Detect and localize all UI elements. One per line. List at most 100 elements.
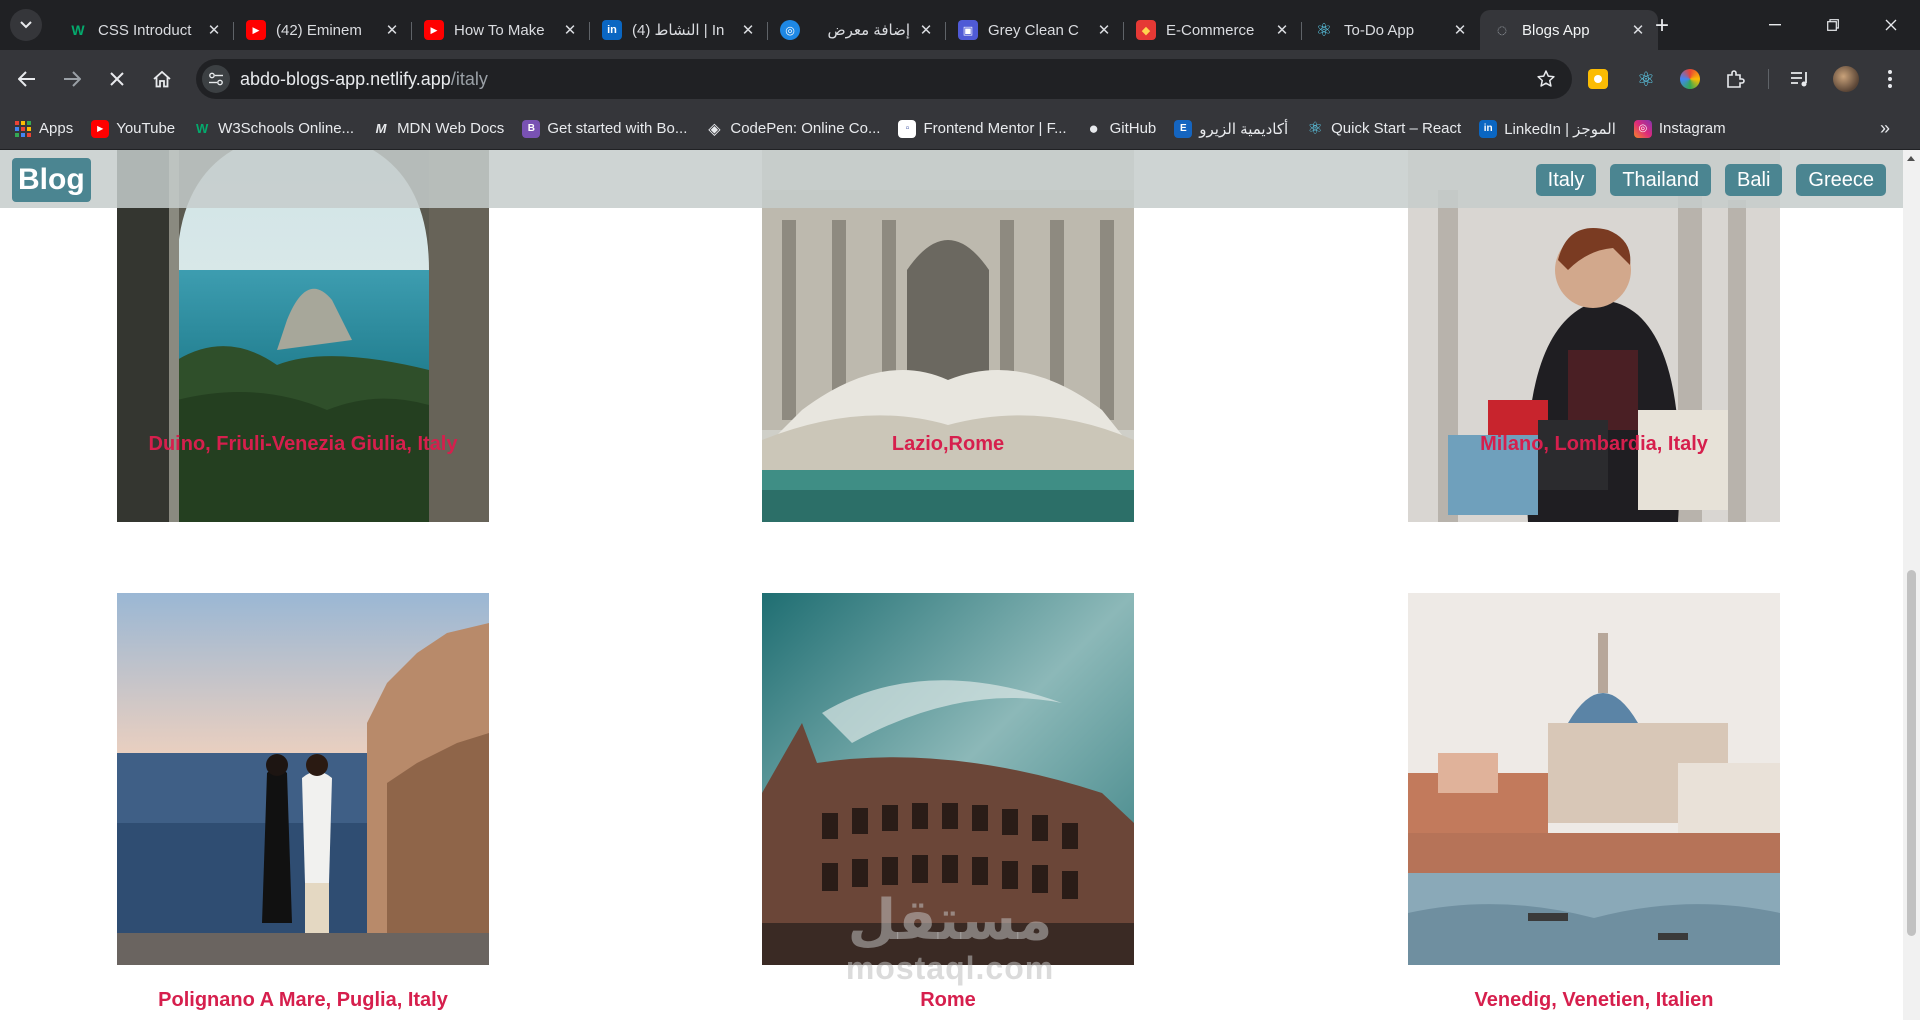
tab-title: CSS Introduct: [98, 21, 192, 39]
bookmark-label: LinkedIn | الموجز: [1504, 120, 1616, 138]
scroll-up-arrow-icon[interactable]: [1907, 156, 1915, 161]
close-icon[interactable]: ✕: [204, 20, 224, 40]
card-title-polignano[interactable]: Polignano A Mare, Puglia, Italy: [43, 989, 563, 1012]
tab-todo-app[interactable]: ⚛ To-Do App ✕: [1302, 10, 1480, 50]
bookmark-label: Quick Start – React: [1331, 120, 1462, 137]
frontend-mentor-icon: ▫: [898, 119, 917, 138]
close-icon[interactable]: ✕: [1272, 20, 1292, 40]
nav-greece-button[interactable]: Greece: [1796, 164, 1886, 196]
card-title-venice[interactable]: Venedig, Venetien, Italien: [1334, 989, 1854, 1012]
bookmark-w3schools[interactable]: W W3Schools Online...: [193, 120, 354, 138]
bookmark-codepen[interactable]: ◈ CodePen: Online Co...: [705, 120, 880, 138]
bookmark-elzero-academy[interactable]: E أكاديمية الزيرو: [1174, 119, 1288, 138]
tab-search-button[interactable]: [10, 9, 42, 41]
nav-thailand-button[interactable]: Thailand: [1610, 164, 1712, 196]
bookmark-linkedin[interactable]: in LinkedIn | الموجز: [1479, 119, 1616, 138]
codepen-icon: ◈: [708, 120, 721, 138]
minimize-button[interactable]: [1746, 0, 1804, 50]
bookmarks-overflow-button[interactable]: »: [1880, 118, 1890, 139]
bookmark-github[interactable]: ● GitHub: [1085, 119, 1157, 138]
close-icon[interactable]: ✕: [560, 20, 580, 40]
tab-add-gallery[interactable]: ◎ إضافة معرض ✕: [768, 10, 946, 50]
tab-how-to-make[interactable]: ▶ How To Make ✕: [412, 10, 590, 50]
back-button[interactable]: [11, 63, 43, 95]
tab-e-commerce[interactable]: ◆ E-Commerce ✕: [1124, 10, 1302, 50]
extension-react-devtools-button[interactable]: ⚛: [1632, 65, 1660, 93]
close-icon: [110, 72, 124, 86]
youtube-icon: ▶: [91, 119, 110, 138]
scrollbar-thumb[interactable]: [1907, 570, 1916, 936]
tab-linkedin-activity[interactable]: in (4) النشاط | In ✕: [590, 10, 768, 50]
media-controls-button[interactable]: [1786, 65, 1814, 93]
bookmark-label: GitHub: [1109, 120, 1157, 137]
close-window-button[interactable]: [1862, 0, 1920, 50]
extension-keep-button[interactable]: [1584, 65, 1612, 93]
bookmark-youtube[interactable]: ▶ YouTube: [91, 119, 176, 138]
watermark: مستقل mostaql.com: [830, 890, 1070, 987]
bookmark-mdn[interactable]: M MDN Web Docs: [372, 120, 505, 138]
close-icon: [1885, 19, 1897, 31]
arrow-right-icon: [64, 71, 81, 87]
apps-grid-icon: [14, 120, 32, 138]
extensions-menu-button[interactable]: [1721, 65, 1749, 93]
nav-bali-button[interactable]: Bali: [1725, 164, 1783, 196]
card-title-milano[interactable]: Milano, Lombardia, Italy: [1334, 433, 1854, 456]
close-icon[interactable]: ✕: [738, 20, 758, 40]
bookmark-apps[interactable]: Apps: [14, 120, 73, 138]
tab-blogs-app[interactable]: ◌ Blogs App ✕: [1480, 10, 1658, 50]
card-title-lazio-rome[interactable]: Lazio,Rome: [688, 433, 1208, 456]
react-icon: ⚛: [1307, 118, 1323, 138]
bookmark-label: Get started with Bo...: [547, 120, 688, 137]
bookmark-label: Instagram: [1658, 120, 1726, 137]
tab-grey-clean[interactable]: ▣ Grey Clean C ✕: [946, 10, 1124, 50]
url-domain: abdo-blogs-app.netlify.app: [240, 68, 451, 89]
site-info-button[interactable]: [202, 65, 230, 93]
bookmark-label: YouTube: [116, 120, 176, 137]
react-icon: ⚛: [1315, 19, 1333, 40]
restore-button[interactable]: [1804, 0, 1862, 50]
page-scrollbar[interactable]: [1903, 150, 1920, 1020]
site-logo[interactable]: Blog: [12, 158, 91, 202]
address-bar[interactable]: abdo-blogs-app.netlify.app/italy: [196, 59, 1572, 99]
close-icon[interactable]: ✕: [916, 20, 936, 40]
home-button[interactable]: [146, 63, 178, 95]
tab-css-introduction[interactable]: W CSS Introduct ✕: [56, 10, 234, 50]
chrome-menu-button[interactable]: [1876, 65, 1904, 93]
close-icon[interactable]: ✕: [1450, 20, 1470, 40]
card-title-rome[interactable]: Rome: [688, 989, 1208, 1012]
bootstrap-icon: B: [522, 119, 541, 138]
url-path: /italy: [450, 68, 488, 89]
close-icon[interactable]: ✕: [382, 20, 402, 40]
chevron-down-icon: [20, 21, 32, 29]
forward-button[interactable]: [56, 63, 88, 95]
extension-colorzilla-button[interactable]: [1676, 65, 1704, 93]
bookmark-bootstrap[interactable]: B Get started with Bo...: [522, 119, 688, 138]
puzzle-icon: [1727, 70, 1745, 88]
site-navbar: Blog Italy Thailand Bali Greece: [0, 150, 1903, 208]
nav-italy-button[interactable]: Italy: [1535, 164, 1597, 196]
close-icon[interactable]: ✕: [1094, 20, 1114, 40]
tab-title: (4) النشاط | In: [632, 22, 725, 39]
linkedin-icon: in: [602, 20, 622, 40]
tab-strip: W CSS Introduct ✕ ▶ (42) Eminem ✕ ▶ How …: [0, 0, 1920, 50]
minimize-icon: [1769, 24, 1781, 26]
card-image-venice[interactable]: [1408, 593, 1780, 965]
stop-loading-button[interactable]: [101, 63, 133, 95]
bookmark-instagram[interactable]: ◎ Instagram: [1633, 119, 1726, 138]
new-tab-button[interactable]: +: [1648, 12, 1676, 40]
tab-eminem[interactable]: ▶ (42) Eminem ✕: [234, 10, 412, 50]
bookmark-star-button[interactable]: [1532, 65, 1560, 93]
app-logo-icon: ▣: [958, 20, 978, 40]
bookmark-react-quick-start[interactable]: ⚛ Quick Start – React: [1306, 118, 1462, 138]
card-image-polignano[interactable]: [117, 593, 489, 965]
web-page: Blog Italy Thailand Bali Greece Duino, F…: [0, 150, 1903, 1020]
arrow-left-icon: [18, 71, 35, 87]
bookmark-frontend-mentor[interactable]: ▫ Frontend Mentor | F...: [898, 119, 1067, 138]
youtube-icon: ▶: [246, 20, 266, 40]
eyedropper-icon: [1680, 69, 1700, 89]
shopping-bag-icon: ◆: [1136, 20, 1156, 40]
url-text[interactable]: abdo-blogs-app.netlify.app/italy: [240, 69, 488, 90]
profile-avatar-button[interactable]: [1832, 65, 1860, 93]
card-title-duino[interactable]: Duino, Friuli-Venezia Giulia, Italy: [43, 433, 563, 456]
close-icon[interactable]: ✕: [1628, 20, 1648, 40]
